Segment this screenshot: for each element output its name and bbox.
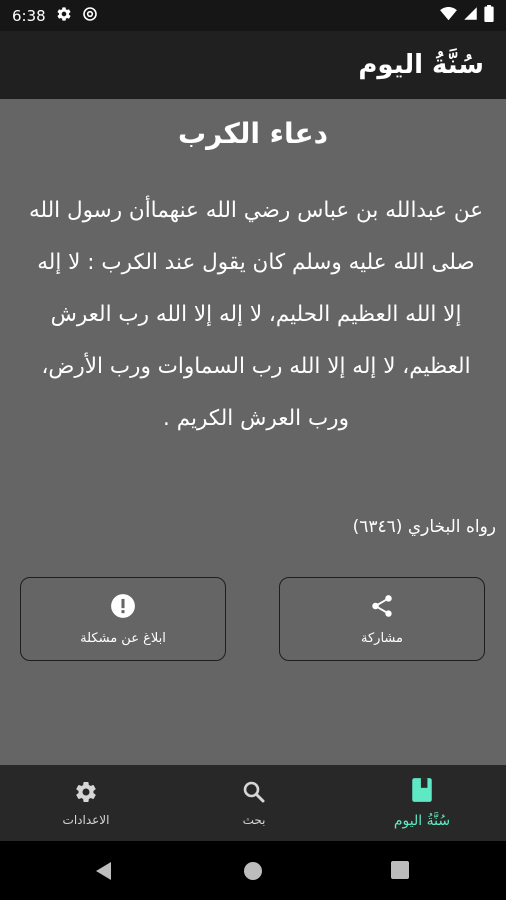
share-button[interactable]: مشاركة bbox=[279, 577, 485, 661]
hadith-reference: رواه البخاري (٦٣٤٦) bbox=[352, 517, 496, 537]
report-problem-button[interactable]: ابلاغ عن مشكلة bbox=[20, 577, 226, 661]
share-icon bbox=[369, 593, 395, 623]
hadith-text: عن عبدالله بن عباس رضي الله عنهماأن رسول… bbox=[28, 198, 484, 431]
search-icon bbox=[242, 780, 266, 807]
battery-icon bbox=[484, 5, 494, 26]
system-navigation-bar bbox=[0, 841, 506, 900]
nav-label-settings: الاعدادات bbox=[62, 812, 110, 827]
app-bar: سُنَّةُ اليوم bbox=[0, 31, 506, 99]
nav-label-search: بحث bbox=[242, 812, 266, 827]
report-label: ابلاغ عن مشكلة bbox=[80, 630, 166, 646]
status-right bbox=[440, 5, 494, 26]
home-icon[interactable] bbox=[243, 861, 263, 885]
gear-icon bbox=[74, 780, 98, 807]
back-icon[interactable] bbox=[94, 861, 112, 885]
nav-item-settings[interactable]: الاعدادات bbox=[2, 765, 170, 841]
app-title: سُنَّةُ اليوم bbox=[358, 50, 484, 80]
hadith-title: دعاء الكرب bbox=[177, 117, 329, 150]
hadith-card: دعاء الكرب عن عبدالله بن عباس رضي الله ع… bbox=[0, 99, 506, 765]
signal-icon bbox=[463, 6, 478, 25]
bottom-navigation: سُنَّةُ اليوم بحث الاعدادات bbox=[0, 765, 506, 841]
nav-item-search[interactable]: بحث bbox=[170, 765, 338, 841]
recents-icon[interactable] bbox=[391, 861, 409, 883]
nav-item-today[interactable]: سُنَّةُ اليوم bbox=[338, 765, 506, 841]
book-icon bbox=[411, 777, 433, 807]
status-time: 6:38 bbox=[12, 6, 46, 25]
nav-label-today: سُنَّةُ اليوم bbox=[393, 813, 451, 829]
at-icon bbox=[82, 6, 98, 26]
status-left: 6:38 bbox=[12, 6, 98, 26]
wifi-icon bbox=[440, 6, 457, 25]
share-label: مشاركة bbox=[361, 630, 403, 646]
gear-icon bbox=[56, 6, 72, 26]
alert-icon bbox=[110, 593, 136, 623]
status-bar: 6:38 bbox=[0, 0, 506, 31]
